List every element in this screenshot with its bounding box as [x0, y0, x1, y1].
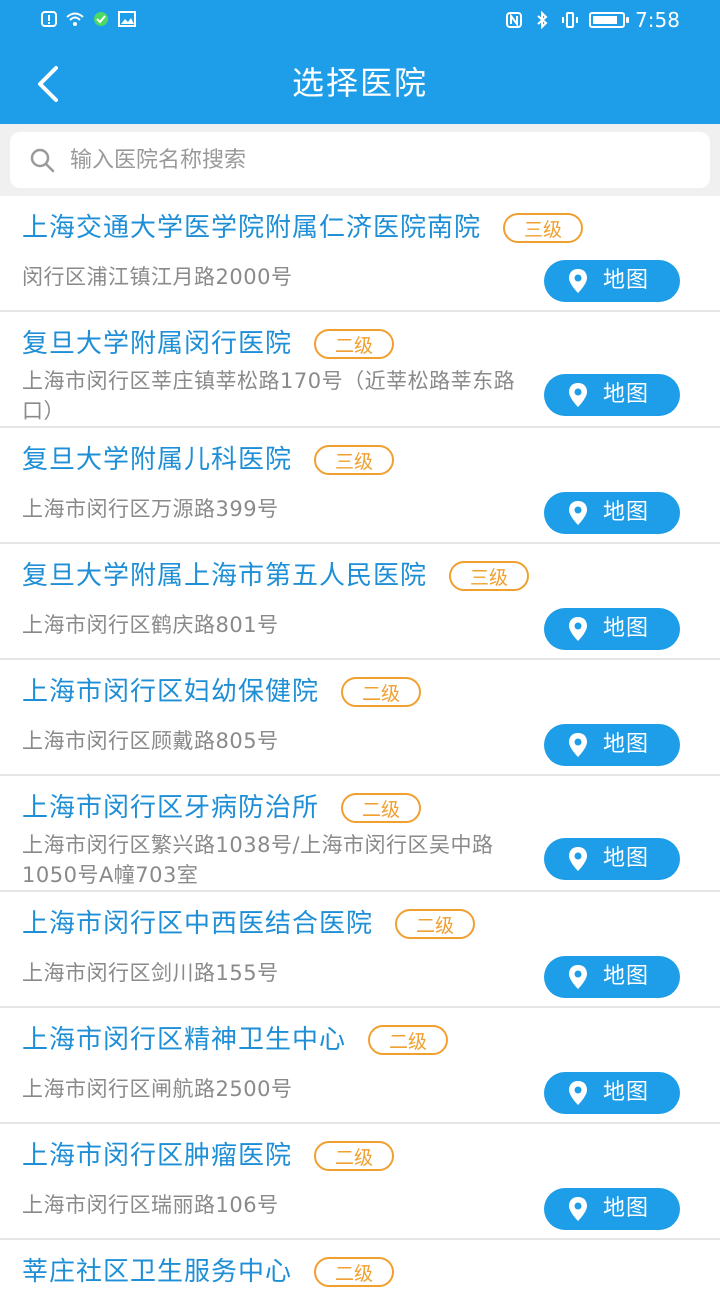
alert-icon: [40, 10, 58, 28]
map-button-label: 地图: [602, 1196, 649, 1221]
app-notification-icon: [92, 10, 110, 28]
hospital-address: 上海市闵行区瑞丽路106号: [22, 1193, 279, 1217]
map-button[interactable]: 地图: [544, 724, 680, 766]
hospital-name: 上海市闵行区中西医结合医院: [22, 909, 374, 939]
hospital-list-item[interactable]: 上海市闵行区肿瘤医院 二级 上海市闵行区瑞丽路106号 地图: [0, 1124, 720, 1240]
map-button-label: 地图: [602, 846, 649, 871]
status-right-icons: 7:58: [505, 8, 680, 32]
image-icon: [118, 10, 136, 28]
hospital-title-row: 上海市闵行区牙病防治所 二级: [22, 790, 700, 826]
map-button-label: 地图: [602, 382, 649, 407]
hospital-title-row: 上海市闵行区精神卫生中心 二级: [22, 1022, 700, 1058]
location-pin-icon: [568, 965, 587, 989]
map-button-label: 地图: [602, 616, 649, 641]
hospital-address: 上海市闵行区顾戴路805号: [22, 729, 279, 753]
level-badge: 二级: [368, 1025, 449, 1055]
location-pin-icon: [568, 1081, 587, 1105]
hospital-name: 上海交通大学医学院附属仁济医院南院: [22, 213, 482, 243]
hospital-address: 上海市闵行区鹤庆路801号: [22, 613, 279, 637]
status-bar: 7:58: [0, 0, 720, 42]
map-button[interactable]: 地图: [544, 956, 680, 998]
page-title: 选择医院: [291, 64, 428, 102]
level-badge: 三级: [314, 445, 395, 475]
map-button-label: 地图: [602, 964, 649, 989]
nfc-icon: [505, 11, 523, 29]
map-button[interactable]: 地图: [544, 492, 680, 534]
location-pin-icon: [568, 1197, 587, 1221]
search-icon: [30, 148, 55, 173]
map-button[interactable]: 地图: [544, 260, 680, 302]
battery-icon: [589, 12, 630, 28]
hospital-list-item[interactable]: 上海市闵行区妇幼保健院 二级 上海市闵行区顾戴路805号 地图: [0, 660, 720, 776]
hospital-list-item[interactable]: 复旦大学附属儿科医院 三级 上海市闵行区万源路399号 地图: [0, 428, 720, 544]
hospital-list-item[interactable]: 上海市闵行区精神卫生中心 二级 上海市闵行区闸航路2500号 地图: [0, 1008, 720, 1124]
map-button[interactable]: 地图: [544, 608, 680, 650]
search-input[interactable]: [68, 139, 710, 181]
hospital-address: 闵行区浦江镇江月路2000号: [22, 265, 293, 289]
level-badge: 二级: [314, 329, 395, 359]
map-button-label: 地图: [602, 268, 649, 293]
map-button[interactable]: 地图: [544, 838, 680, 880]
hospital-name: 复旦大学附属闵行医院: [22, 329, 293, 359]
hospital-name: 上海市闵行区精神卫生中心: [22, 1025, 347, 1055]
map-button[interactable]: 地图: [544, 1188, 680, 1230]
hospital-title-row: 莘庄社区卫生服务中心 二级: [22, 1254, 700, 1290]
hospital-name: 上海市闵行区牙病防治所: [22, 793, 320, 823]
location-pin-icon: [568, 501, 587, 525]
hospital-list-item-partial[interactable]: 莘庄社区卫生服务中心 二级: [0, 1240, 720, 1300]
status-left-icons: [40, 10, 136, 28]
hospital-list-item[interactable]: 上海市闵行区中西医结合医院 二级 上海市闵行区剑川路155号 地图: [0, 892, 720, 1008]
hospital-address: 上海市闵行区剑川路155号: [22, 961, 279, 985]
vibrate-icon: [561, 11, 579, 29]
hospital-name: 上海市闵行区妇幼保健院: [22, 677, 320, 707]
hospital-name: 复旦大学附属上海市第五人民医院: [22, 561, 428, 591]
hospital-list-item[interactable]: 上海市闵行区牙病防治所 二级 上海市闵行区繁兴路1038号/上海市闵行区吴中路1…: [0, 776, 720, 892]
hospital-title-row: 复旦大学附属闵行医院 二级: [22, 326, 700, 362]
map-button[interactable]: 地图: [544, 374, 680, 416]
hospital-name: 复旦大学附属儿科医院: [22, 445, 293, 475]
status-time: 7:58: [635, 8, 680, 32]
location-pin-icon: [568, 269, 587, 293]
location-pin-icon: [568, 847, 587, 871]
hospital-title-row: 复旦大学附属上海市第五人民医院 三级: [22, 558, 700, 594]
level-badge: 二级: [314, 1141, 395, 1171]
level-badge: 二级: [395, 909, 476, 939]
hospital-title-row: 上海市闵行区中西医结合医院 二级: [22, 906, 700, 942]
hospital-list-item[interactable]: 复旦大学附属闵行医院 二级 上海市闵行区莘庄镇莘松路170号（近莘松路莘东路口）…: [0, 312, 720, 428]
bluetooth-icon: [533, 10, 551, 30]
hospital-name: 上海市闵行区肿瘤医院: [22, 1141, 293, 1171]
map-button-label: 地图: [602, 732, 649, 757]
level-badge: 三级: [503, 213, 584, 243]
hospital-list-item[interactable]: 复旦大学附属上海市第五人民医院 三级 上海市闵行区鹤庆路801号 地图: [0, 544, 720, 660]
level-badge: 三级: [449, 561, 530, 591]
search-box[interactable]: [10, 132, 710, 188]
hospital-name: 莘庄社区卫生服务中心: [22, 1257, 293, 1287]
hospital-address: 上海市闵行区繁兴路1038号/上海市闵行区吴中路1050号A幢703室: [22, 833, 494, 887]
search-bar: [0, 124, 720, 196]
hospital-title-row: 复旦大学附属儿科医院 三级: [22, 442, 700, 478]
map-button-label: 地图: [602, 500, 649, 525]
location-pin-icon: [568, 733, 587, 757]
hospital-address: 上海市闵行区万源路399号: [22, 497, 279, 521]
map-button[interactable]: 地图: [544, 1072, 680, 1114]
location-pin-icon: [568, 617, 587, 641]
hospital-address: 上海市闵行区闸航路2500号: [22, 1077, 293, 1101]
hospital-list-item[interactable]: 上海交通大学医学院附属仁济医院南院 三级 闵行区浦江镇江月路2000号 地图: [0, 196, 720, 312]
hospital-title-row: 上海市闵行区肿瘤医院 二级: [22, 1138, 700, 1174]
hospital-list: 上海交通大学医学院附属仁济医院南院 三级 闵行区浦江镇江月路2000号 地图 复…: [0, 196, 720, 1300]
hospital-title-row: 上海交通大学医学院附属仁济医院南院 三级: [22, 210, 700, 246]
location-pin-icon: [568, 383, 587, 407]
hospital-title-row: 上海市闵行区妇幼保健院 二级: [22, 674, 700, 710]
app-header: 7:58 选择医院: [0, 0, 720, 124]
hospital-address: 上海市闵行区莘庄镇莘松路170号（近莘松路莘东路口）: [22, 369, 516, 423]
level-badge: 二级: [341, 793, 422, 823]
wifi-icon: [66, 10, 84, 28]
map-button-label: 地图: [602, 1080, 649, 1105]
level-badge: 二级: [314, 1257, 395, 1287]
level-badge: 二级: [341, 677, 422, 707]
